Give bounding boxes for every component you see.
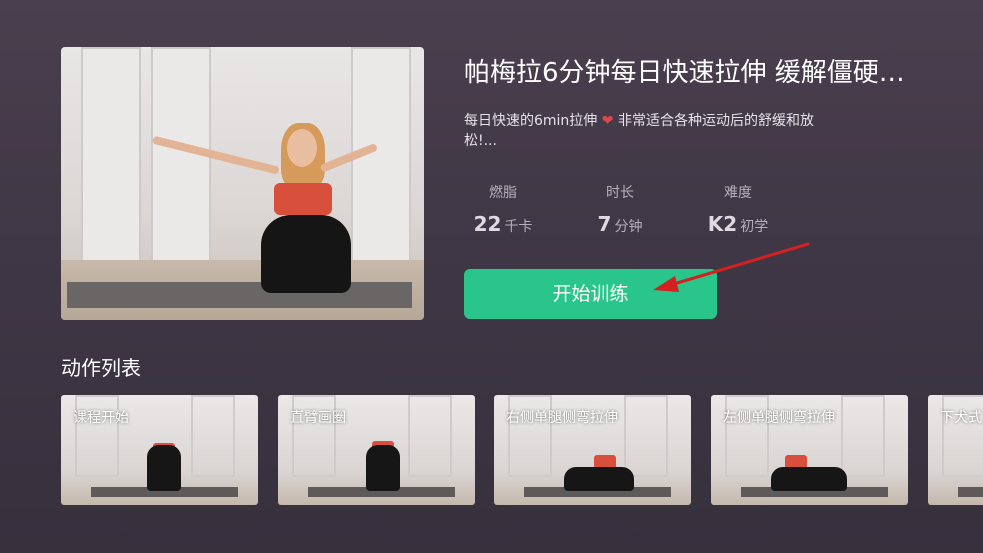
stat-label: 燃脂: [489, 185, 517, 201]
action-list-title: 动作列表: [61, 356, 141, 380]
stat-label: 时长: [606, 185, 634, 201]
description-text-1: 每日快速的6min拉伸: [464, 113, 598, 129]
stat-calories: 燃脂 22 千卡: [448, 182, 558, 236]
stat-difficulty: 难度 K2 初学: [683, 182, 793, 236]
action-card-label: 下犬式: [940, 410, 982, 426]
stat-label: 难度: [724, 185, 752, 201]
action-card-label: 课程开始: [73, 410, 129, 426]
action-card[interactable]: 直臂画圈: [278, 395, 475, 505]
stat-value: K2: [707, 212, 738, 236]
action-list: 课程开始 直臂画圈 右侧单腿侧弯拉伸 左侧单腿侧弯拉伸 下犬式: [61, 395, 983, 505]
course-title: 帕梅拉6分钟每日快速拉伸 缓解僵硬…: [464, 58, 905, 88]
action-card-label: 右侧单腿侧弯拉伸: [506, 410, 618, 426]
stat-unit: 分钟: [614, 219, 643, 235]
stat-value: 22: [473, 212, 502, 236]
action-card[interactable]: 下犬式: [928, 395, 983, 505]
stat-unit: 千卡: [504, 219, 533, 235]
stat-duration: 时长 7 分钟: [565, 182, 675, 236]
action-card[interactable]: 课程开始: [61, 395, 258, 505]
course-cover-image: [61, 47, 424, 320]
action-card-label: 左侧单腿侧弯拉伸: [723, 410, 835, 426]
course-stats: 燃脂 22 千卡 时长 7 分钟 难度 K2 初学: [464, 182, 794, 242]
action-card-label: 直臂画圈: [290, 410, 346, 426]
action-card[interactable]: 右侧单腿侧弯拉伸: [494, 395, 691, 505]
heart-icon: ❤: [601, 113, 614, 129]
course-description: 每日快速的6min拉伸 ❤ 非常适合各种运动后的舒缓和放松!...: [464, 111, 844, 151]
stat-unit: 初学: [740, 219, 769, 235]
stat-value: 7: [597, 212, 612, 236]
annotation-arrow-icon: [653, 242, 810, 292]
action-card[interactable]: 左侧单腿侧弯拉伸: [711, 395, 908, 505]
